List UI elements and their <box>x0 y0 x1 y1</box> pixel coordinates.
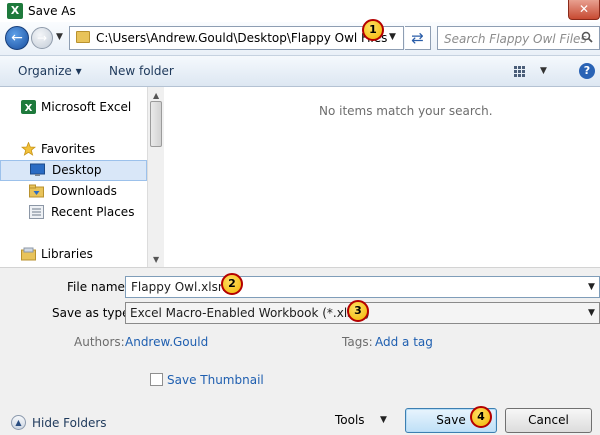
callout-marker-4: 4 <box>470 406 492 428</box>
downloads-folder-icon <box>29 184 44 198</box>
scroll-thumb[interactable] <box>150 101 162 147</box>
help-icon[interactable]: ? <box>579 63 595 79</box>
savetype-label: Save as type: <box>52 306 134 320</box>
excel-icon: X <box>7 3 23 19</box>
save-thumbnail-checkbox[interactable] <box>150 373 163 386</box>
savetype-value: Excel Macro-Enabled Workbook (*.xlsm) <box>130 306 370 320</box>
tags-label: Tags: <box>342 335 373 349</box>
back-button[interactable]: ← <box>5 26 29 50</box>
file-list[interactable]: No items match your search. <box>165 87 600 267</box>
nav-item-favorites[interactable]: Favorites <box>0 139 147 160</box>
recent-locations-dropdown[interactable]: ▼ <box>56 32 63 42</box>
arrow-left-icon: ← <box>11 30 23 46</box>
star-icon <box>21 142 36 156</box>
nav-scrollbar[interactable]: ▲ ▼ <box>147 87 164 267</box>
empty-message: No items match your search. <box>319 104 493 118</box>
filename-label: File name: <box>67 280 129 294</box>
svg-text:X: X <box>25 103 33 114</box>
add-tag-link[interactable]: Add a tag <box>375 335 433 349</box>
organize-button[interactable]: Organize ▾ <box>18 64 82 78</box>
authors-value[interactable]: Andrew.Gould <box>125 335 208 349</box>
nav-item-microsoft-excel[interactable]: X Microsoft Excel <box>0 97 147 118</box>
excel-icon: X <box>21 100 36 114</box>
cancel-button[interactable]: Cancel <box>505 408 592 433</box>
recent-places-icon <box>29 205 44 219</box>
callout-marker-2: 2 <box>221 273 243 295</box>
save-thumbnail-label[interactable]: Save Thumbnail <box>167 373 264 387</box>
callout-marker-3: 3 <box>347 300 369 322</box>
chevron-up-icon[interactable]: ▲ <box>11 415 26 430</box>
view-options-icon[interactable] <box>514 66 526 77</box>
nav-item-downloads[interactable]: Downloads <box>0 181 147 202</box>
tools-button[interactable]: Tools <box>335 413 365 427</box>
command-toolbar <box>0 55 600 87</box>
nav-item-recent-places[interactable]: Recent Places <box>0 202 147 223</box>
nav-item-label: Desktop <box>52 163 102 177</box>
nav-item-label: Microsoft Excel <box>41 100 132 114</box>
filename-value: Flappy Owl.xlsm <box>131 280 230 294</box>
window-title: Save As <box>28 4 76 18</box>
nav-item-label: Recent Places <box>51 205 135 219</box>
tools-dropdown-arrow[interactable]: ▼ <box>380 415 387 425</box>
nav-item-label: Libraries <box>41 247 93 261</box>
view-options-dropdown[interactable]: ▼ <box>540 66 547 76</box>
savetype-dropdown-arrow[interactable]: ▼ <box>588 308 595 318</box>
refresh-button[interactable]: ⇄ <box>405 26 431 50</box>
libraries-icon <box>21 247 36 261</box>
address-bar[interactable]: C:\Users\Andrew.Gould\Desktop\Flappy Owl… <box>69 26 404 50</box>
new-folder-button[interactable]: New folder <box>109 64 174 78</box>
filename-field[interactable]: Flappy Owl.xlsm ▼ <box>125 276 600 298</box>
callout-marker-1: 1 <box>362 19 384 41</box>
forward-button[interactable]: → <box>31 27 53 49</box>
search-box[interactable]: Search Flappy Owl Files <box>437 26 600 50</box>
scroll-up-arrow[interactable]: ▲ <box>153 91 159 100</box>
hide-folders-button[interactable]: Hide Folders <box>32 416 107 430</box>
nav-item-label: Favorites <box>41 142 96 156</box>
folder-icon <box>76 31 90 43</box>
title-bar: X Save As ✕ <box>0 0 600 22</box>
refresh-icon: ⇄ <box>411 29 424 47</box>
filename-dropdown-arrow[interactable]: ▼ <box>588 282 595 292</box>
desktop-icon <box>30 163 45 176</box>
address-dropdown[interactable]: ▼ <box>389 32 396 42</box>
arrow-right-icon: → <box>36 31 48 45</box>
nav-item-label: Downloads <box>51 184 117 198</box>
nav-item-desktop[interactable]: Desktop <box>0 160 147 181</box>
authors-label: Authors: <box>74 335 125 349</box>
navigation-pane: X Microsoft Excel Favorites Desktop Down… <box>0 87 147 267</box>
address-path: C:\Users\Andrew.Gould\Desktop\Flappy Owl… <box>96 31 388 45</box>
search-input[interactable]: Search Flappy Owl Files <box>444 32 587 46</box>
nav-item-libraries[interactable]: Libraries <box>0 244 147 265</box>
scroll-down-arrow[interactable]: ▼ <box>153 255 159 264</box>
close-button[interactable]: ✕ <box>568 0 600 20</box>
search-icon <box>581 31 593 43</box>
